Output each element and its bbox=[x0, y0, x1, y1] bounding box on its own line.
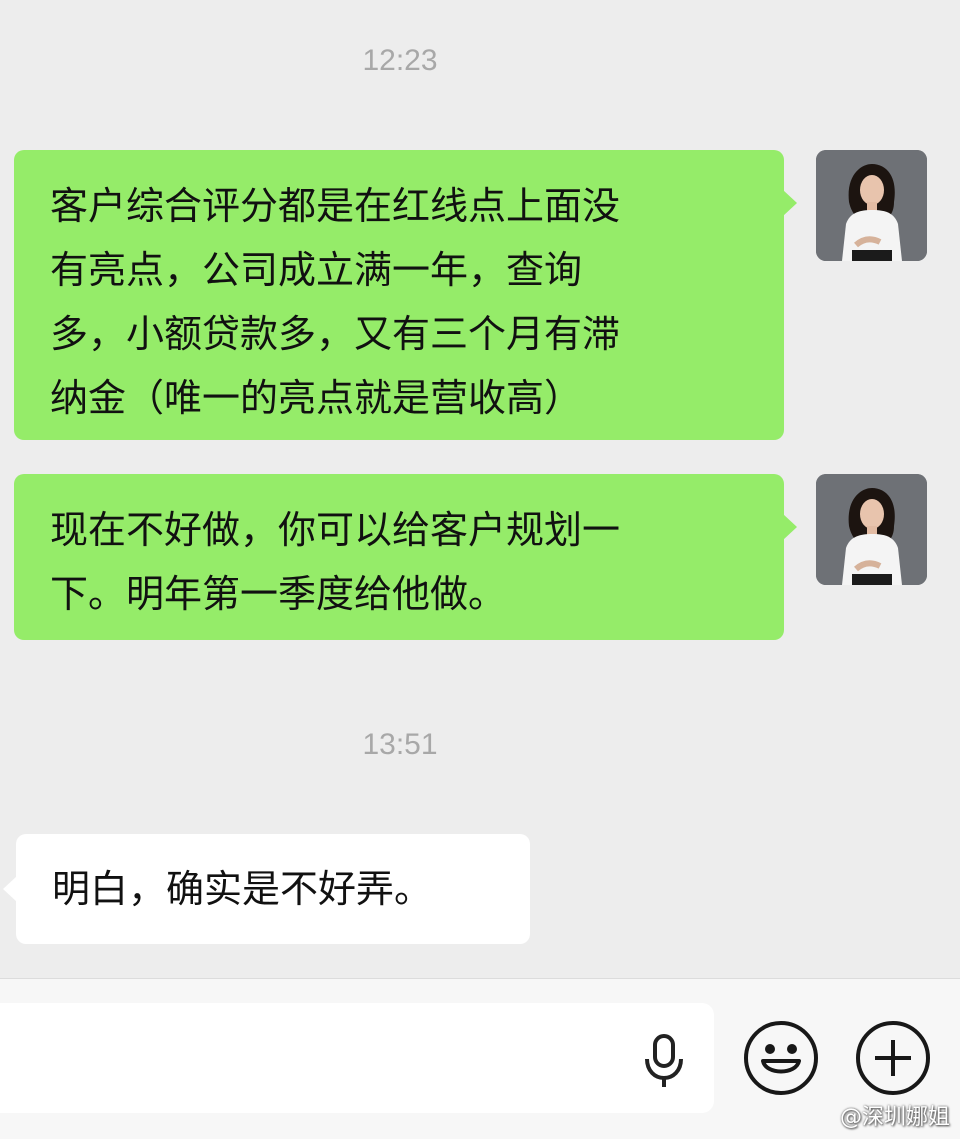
timestamp: 13:51 bbox=[362, 728, 438, 761]
plus-icon bbox=[875, 1040, 911, 1076]
person-avatar-icon bbox=[816, 474, 927, 585]
watermark: @深圳娜姐 bbox=[839, 1105, 950, 1130]
more-button[interactable] bbox=[856, 1021, 930, 1095]
message-line: 明白，确实是不好弄。 bbox=[52, 867, 433, 911]
avatar[interactable] bbox=[816, 150, 927, 261]
emoji-button[interactable] bbox=[744, 1021, 818, 1095]
message-line: 现在不好做，你可以给客户规划一 bbox=[50, 508, 621, 552]
avatar[interactable] bbox=[816, 474, 927, 585]
message-input[interactable] bbox=[0, 1003, 714, 1113]
timestamp: 12:23 bbox=[362, 44, 438, 77]
message-bubble-sent[interactable]: 现在不好做，你可以给客户规划一 下。明年第一季度给他做。 bbox=[14, 474, 797, 640]
person-avatar-icon bbox=[816, 150, 927, 261]
bubble-tail bbox=[783, 190, 797, 216]
microphone-icon[interactable] bbox=[640, 1033, 688, 1089]
input-bar bbox=[0, 978, 960, 1139]
message-line: 有亮点，公司成立满一年，查询 bbox=[50, 248, 583, 292]
message-bubble-sent[interactable]: 客户综合评分都是在红线点上面没 有亮点，公司成立满一年，查询 多，小额贷款多，又… bbox=[14, 150, 797, 440]
bubble-tail bbox=[3, 876, 17, 902]
message-line: 下。明年第一季度给他做。 bbox=[50, 572, 507, 616]
message-line: 多，小额贷款多，又有三个月有滞 bbox=[50, 312, 621, 356]
message-line: 纳金（唯一的亮点就是营收高） bbox=[50, 376, 583, 420]
emoji-icon bbox=[761, 1044, 801, 1074]
message-bubble-received[interactable]: 明白，确实是不好弄。 bbox=[3, 834, 530, 944]
bubble-tail bbox=[783, 514, 797, 540]
message-line: 客户综合评分都是在红线点上面没 bbox=[50, 184, 621, 228]
